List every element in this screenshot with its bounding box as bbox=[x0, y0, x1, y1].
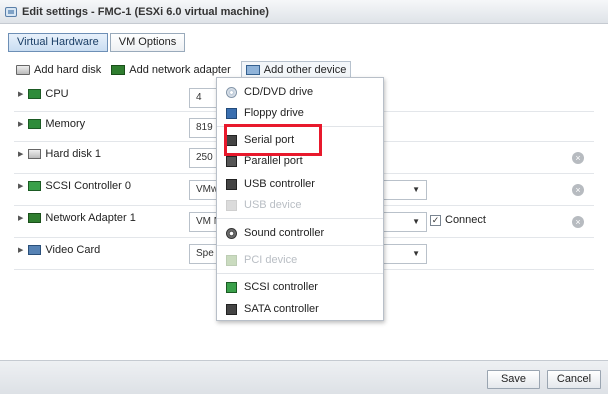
menu-separator bbox=[217, 218, 383, 219]
pci-icon bbox=[226, 254, 237, 266]
hard-disk-label: Hard disk 1 bbox=[45, 148, 102, 160]
scsi-type-value: VMw bbox=[196, 184, 219, 195]
add-hard-disk-button[interactable]: Add hard disk bbox=[16, 64, 101, 76]
cancel-button[interactable]: Cancel bbox=[547, 370, 601, 389]
cpu-label-group: ▶ CPU bbox=[18, 88, 69, 100]
scsi-label: SCSI Controller 0 bbox=[45, 180, 131, 192]
menu-item-label: USB device bbox=[244, 199, 302, 211]
dialog-footer: Save Cancel bbox=[0, 360, 608, 394]
chevron-down-icon: ▼ bbox=[412, 217, 420, 226]
tab-virtual-hardware[interactable]: Virtual Hardware bbox=[8, 33, 108, 52]
network-label-group: ▶ Network Adapter 1 bbox=[18, 212, 136, 224]
cpu-label: CPU bbox=[45, 88, 69, 100]
usb-device-icon bbox=[226, 199, 237, 211]
video-label-group: ▶ Video Card bbox=[18, 244, 100, 256]
expand-arrow-icon[interactable]: ▶ bbox=[18, 182, 23, 190]
other-device-icon bbox=[245, 65, 260, 75]
menu-item-label: PCI device bbox=[244, 254, 298, 266]
usb-controller-icon bbox=[226, 178, 237, 190]
hard-disk-icon bbox=[28, 149, 42, 159]
menu-item-floppy[interactable]: Floppy drive bbox=[217, 103, 383, 123]
network-label: Network Adapter 1 bbox=[45, 212, 136, 224]
menu-item-usb-device: USB device bbox=[217, 195, 383, 215]
dialog-titlebar: Edit settings - FMC-1 (ESXi 6.0 virtual … bbox=[0, 0, 608, 24]
parallel-port-icon bbox=[226, 155, 237, 167]
sound-icon bbox=[226, 227, 237, 239]
scsi-controller-icon bbox=[28, 181, 42, 191]
expand-arrow-icon[interactable]: ▶ bbox=[18, 90, 23, 98]
sata-icon bbox=[226, 303, 237, 315]
connect-checkbox[interactable]: ✓ bbox=[430, 214, 441, 226]
remove-scsi-icon[interactable]: × bbox=[572, 184, 584, 196]
menu-item-scsi-controller[interactable]: SCSI controller bbox=[217, 277, 383, 297]
expand-arrow-icon[interactable]: ▶ bbox=[18, 150, 23, 158]
menu-item-label: USB controller bbox=[244, 178, 315, 190]
video-label: Video Card bbox=[45, 244, 101, 256]
network-adapter-icon bbox=[28, 213, 42, 223]
video-card-icon bbox=[28, 245, 42, 255]
tab-vm-options[interactable]: VM Options bbox=[109, 33, 186, 52]
menu-item-label: SATA controller bbox=[244, 303, 319, 315]
menu-item-label: CD/DVD drive bbox=[244, 86, 314, 98]
menu-item-usb-controller[interactable]: USB controller bbox=[217, 174, 383, 194]
cpu-icon bbox=[28, 89, 42, 99]
scsi-icon bbox=[226, 281, 237, 293]
expand-arrow-icon[interactable]: ▶ bbox=[18, 120, 23, 128]
expand-arrow-icon[interactable]: ▶ bbox=[18, 214, 23, 222]
add-network-adapter-button[interactable]: Add network adapter bbox=[111, 64, 231, 76]
menu-item-cd-dvd[interactable]: CD/DVD drive bbox=[217, 82, 383, 102]
chevron-down-icon: ▼ bbox=[412, 185, 420, 194]
cd-dvd-icon bbox=[226, 86, 237, 98]
remove-network-icon[interactable]: × bbox=[572, 216, 584, 228]
add-network-adapter-label: Add network adapter bbox=[129, 64, 231, 76]
vm-window-icon bbox=[5, 6, 17, 17]
add-hard-disk-label: Add hard disk bbox=[34, 64, 102, 76]
menu-item-label: Floppy drive bbox=[244, 107, 304, 119]
add-other-device-label: Add other device bbox=[263, 64, 347, 76]
menu-item-label: Sound controller bbox=[244, 227, 325, 239]
menu-item-pci-device: PCI device bbox=[217, 250, 383, 270]
hard-disk-icon bbox=[16, 65, 30, 75]
hard-disk-label-group: ▶ Hard disk 1 bbox=[18, 148, 101, 160]
tab-bar: Virtual Hardware VM Options bbox=[8, 33, 186, 52]
save-button[interactable]: Save bbox=[487, 370, 540, 389]
memory-label: Memory bbox=[45, 118, 86, 130]
highlight-box bbox=[224, 124, 322, 156]
menu-item-label: Parallel port bbox=[244, 155, 303, 167]
hardware-toolbar: Add hard disk Add network adapter Add ot… bbox=[16, 61, 361, 79]
menu-separator bbox=[217, 245, 383, 246]
memory-label-group: ▶ Memory bbox=[18, 118, 85, 130]
network-adapter-icon bbox=[111, 65, 126, 75]
menu-item-sata-controller[interactable]: SATA controller bbox=[217, 299, 383, 319]
chevron-down-icon: ▼ bbox=[412, 249, 420, 258]
menu-separator bbox=[217, 273, 383, 274]
expand-arrow-icon[interactable]: ▶ bbox=[18, 246, 23, 254]
dialog-title: Edit settings - FMC-1 (ESXi 6.0 virtual … bbox=[22, 5, 269, 18]
floppy-icon bbox=[226, 107, 237, 119]
connect-checkbox-group[interactable]: ✓ Connect bbox=[430, 214, 486, 226]
add-other-device-menu: CD/DVD drive Floppy drive Serial port Pa… bbox=[216, 77, 384, 321]
memory-icon bbox=[28, 119, 42, 129]
menu-item-label: SCSI controller bbox=[244, 281, 318, 293]
scsi-label-group: ▶ SCSI Controller 0 bbox=[18, 180, 131, 192]
remove-hard-disk-icon[interactable]: × bbox=[572, 152, 584, 164]
menu-item-sound-controller[interactable]: Sound controller bbox=[217, 223, 383, 243]
connect-label: Connect bbox=[445, 214, 486, 226]
video-value: Spe bbox=[196, 248, 214, 259]
